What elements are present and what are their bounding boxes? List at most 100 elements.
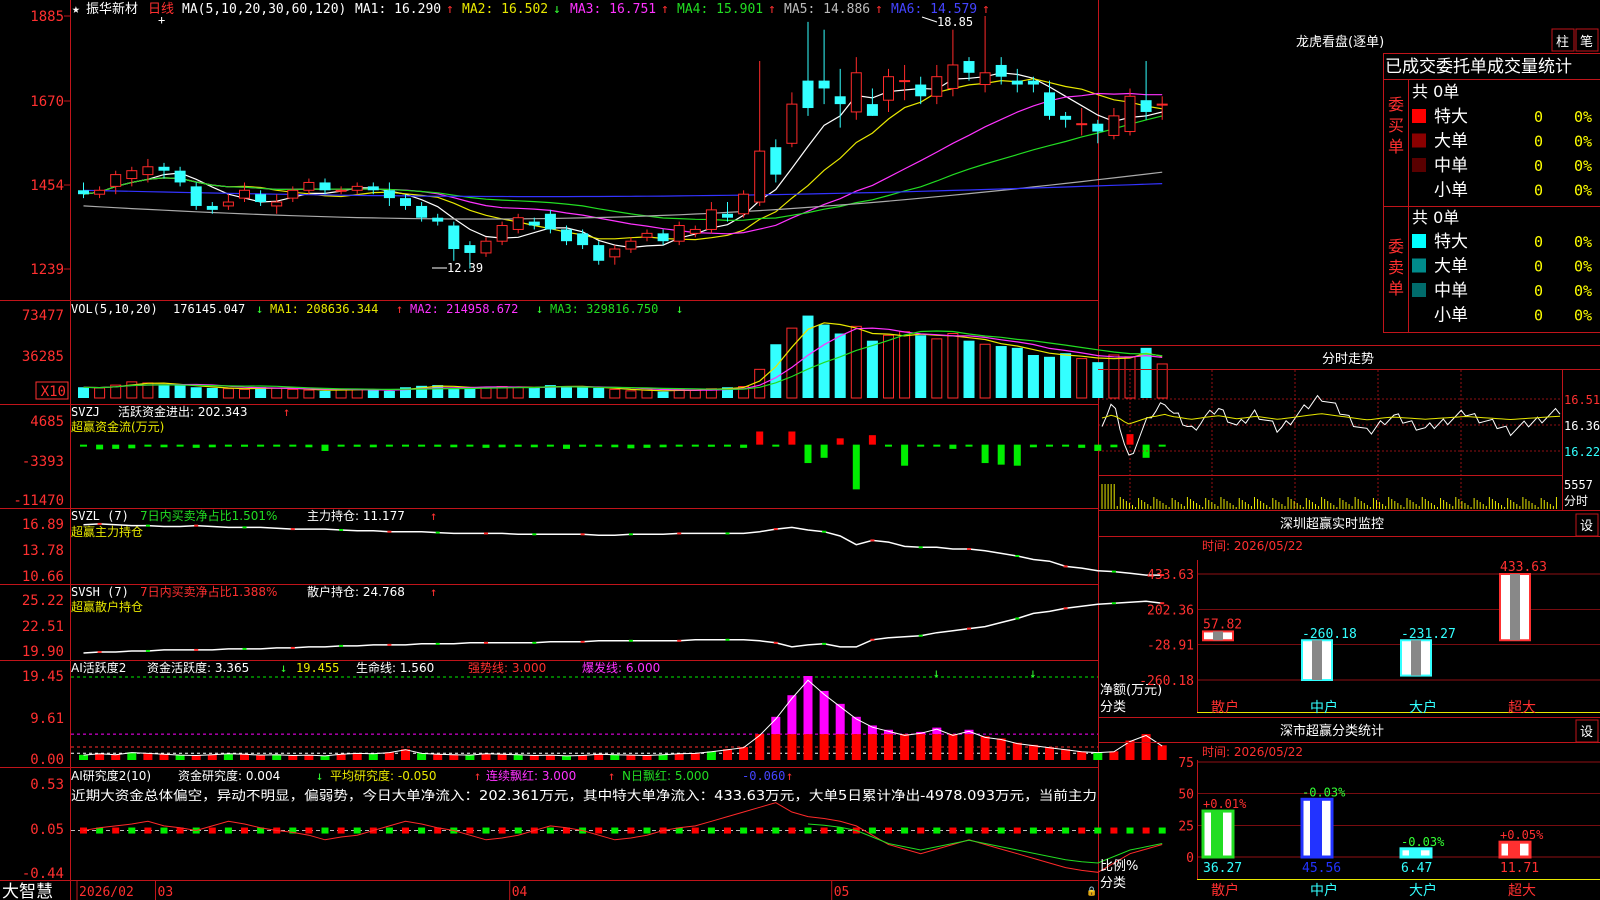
volume-bar — [383, 390, 395, 398]
sell-label-char: 委 — [1388, 237, 1404, 256]
candle-body — [94, 189, 106, 195]
favorite-star-icon[interactable]: ★ — [72, 2, 80, 17]
ma2-arrow: ↓ — [553, 2, 561, 17]
svsh-line — [83, 600, 1165, 654]
ai-activity-bar — [739, 747, 749, 760]
class-settings-label: 设 — [1580, 725, 1593, 740]
vol-ma2-arrow: ↓ — [536, 302, 543, 316]
svzl-line-path-marker — [1015, 554, 1020, 557]
volume-bar — [512, 386, 524, 399]
candle-body — [673, 225, 685, 242]
monitor-axis-label: 202.36 — [1147, 603, 1194, 618]
stock-name[interactable]: 振华新材 — [86, 1, 138, 17]
candle-body — [126, 170, 138, 180]
monitor-panel[interactable]: 深圳超赢实时监控 设 时间: 2026/05/22 净额(万元) 分类 433.… — [1098, 513, 1600, 716]
ai-activity-bar — [980, 736, 990, 760]
svsh-line-path-marker — [677, 639, 682, 642]
svzj-bar — [965, 444, 973, 447]
svzj-bar — [450, 444, 458, 448]
order-type-label: 中单 — [1434, 281, 1468, 301]
ai-activity-bar — [1077, 751, 1087, 760]
sell-label-char: 单 — [1388, 279, 1404, 298]
ai-research-line — [83, 802, 1163, 873]
order-count: 0 — [1534, 282, 1543, 300]
ai-research-panel[interactable]: 0.53 0.05 -0.44 AI研究度2(10) 资金研究度: 0.004 … — [22, 768, 1166, 882]
svzj-title: SVZJ — [71, 405, 100, 419]
volume-bar — [190, 387, 202, 398]
buy-label-char: 买 — [1388, 116, 1404, 135]
signal-arrow-icon: ↓ — [933, 666, 940, 680]
ai-activity-bar — [771, 734, 781, 760]
intraday-panel[interactable]: 分时走势 16.51 16.36 16.22 5557 分时 — [1098, 345, 1600, 511]
ai-activity-bar — [384, 752, 394, 760]
svzj-axis-label: -11470 — [13, 493, 64, 509]
ai-research-bar — [353, 827, 361, 834]
ai-activity-bars: ↓ ↓ — [71, 666, 1167, 760]
svsh-line-path-marker — [387, 643, 392, 646]
candles[interactable] — [78, 16, 1168, 269]
ai-research-bar — [965, 827, 973, 834]
svzj-bar — [1110, 444, 1118, 448]
svsh-line-path-marker — [967, 627, 971, 630]
svzl-panel[interactable]: 16.89 13.78 10.66 SVZL (7) 7日内买卖净占比1.501… — [22, 508, 1165, 585]
svsh-line-path-marker — [918, 634, 923, 637]
candle-body — [1011, 80, 1023, 85]
svzj-bar — [563, 444, 570, 449]
monitor-axis-label: -260.18 — [1139, 674, 1194, 689]
ai-research-axis-label: 0.53 — [30, 777, 64, 793]
svsh-axis-label: 19.90 — [22, 644, 64, 660]
volume-bar — [351, 388, 363, 399]
lock-icon[interactable]: 🔒 — [1086, 886, 1097, 897]
ai-activity-bar — [803, 734, 813, 760]
ai-research-summary: 近期大资金总体偏空，异动不明显，偏弱势，今日大单净流入：202.361万元，其中… — [71, 788, 1097, 804]
ai-activity-bar — [706, 751, 716, 760]
ai-activity-bar — [1028, 744, 1038, 760]
sell-rows: 特大 0 0% 大单 0 0% 中单 0 0% 小单 0 0% — [1412, 232, 1592, 326]
ai-activity-bar — [867, 734, 877, 760]
monitor-chart: 433.63 202.36 -28.91 -260.18 57.82 散户 -260.18 中… — [1139, 560, 1600, 716]
svzj-bar — [901, 444, 909, 466]
price-panel[interactable]: 1885 1670 1454 1239 ★ 振华新材 日线 MA(5,10,20… — [30, 1, 1168, 278]
class-category-label: 中户 — [1310, 882, 1338, 899]
volume-bar — [1108, 354, 1120, 399]
order-color-swatch — [1412, 258, 1426, 273]
volume-bar — [561, 386, 572, 398]
svzj-bar — [868, 435, 876, 445]
svzj-bar — [208, 444, 216, 448]
ai-research-bar — [1158, 827, 1166, 834]
order-type-label: 特大 — [1434, 232, 1468, 252]
class-title: 深市超赢分类统计 — [1280, 723, 1384, 739]
volume-bar — [931, 338, 943, 399]
svzj-bar — [128, 444, 136, 449]
ai-activity-panel[interactable]: 19.45 9.61 0.00 AI活跃度2 资金活跃度: 3.365 ↓ 19… — [22, 660, 1167, 768]
svsh-axis-label: 25.22 — [22, 593, 64, 609]
ai-activity-val2: 19.455 — [296, 661, 339, 675]
svzj-bar — [1094, 444, 1102, 451]
svzj-bar — [740, 444, 748, 448]
class-bar-delta: +0.05% — [1500, 828, 1544, 842]
vol-axis-label: 73477 — [22, 308, 64, 324]
svzj-bar — [385, 444, 393, 447]
order-type-label: 大单 — [1434, 257, 1468, 277]
class-time: 时间: 2026/05/22 — [1202, 745, 1303, 759]
order-count: 0 — [1534, 258, 1543, 276]
volume-panel[interactable]: 73477 36285 X10 VOL(5,10,20) 176145.047 … — [22, 302, 1168, 400]
volume-bar — [834, 333, 846, 398]
svzl-line-path-marker — [773, 528, 778, 531]
svzj-bar — [482, 444, 490, 448]
svzl-line-path-marker — [822, 530, 827, 533]
candle-body — [770, 147, 782, 175]
svsh-line-path-marker — [773, 641, 778, 644]
ai-activity-bar — [1012, 742, 1022, 760]
svsh-panel[interactable]: 25.22 22.51 19.90 SVSH (7) 7日内买卖净占比1.388… — [22, 584, 1165, 660]
ai-research-bar — [1078, 827, 1086, 834]
candle-body — [834, 96, 846, 105]
svzj-panel[interactable]: 4685 -3393 -11470 SVZJ 活跃资金进出: 202.343 ↑… — [13, 404, 1166, 509]
ai-research-bar — [1013, 827, 1021, 834]
ai-research-title: AI研究度2(10) — [71, 768, 151, 783]
class-panel[interactable]: 深市超赢分类统计 设 时间: 2026/05/22 比例% 分类 75 50 25 0… — [1098, 717, 1600, 900]
candle-body — [899, 80, 911, 83]
monitor-bar-value: -231.27 — [1401, 627, 1456, 642]
ai-research-bar — [868, 827, 876, 834]
svzj-bar — [160, 444, 168, 448]
